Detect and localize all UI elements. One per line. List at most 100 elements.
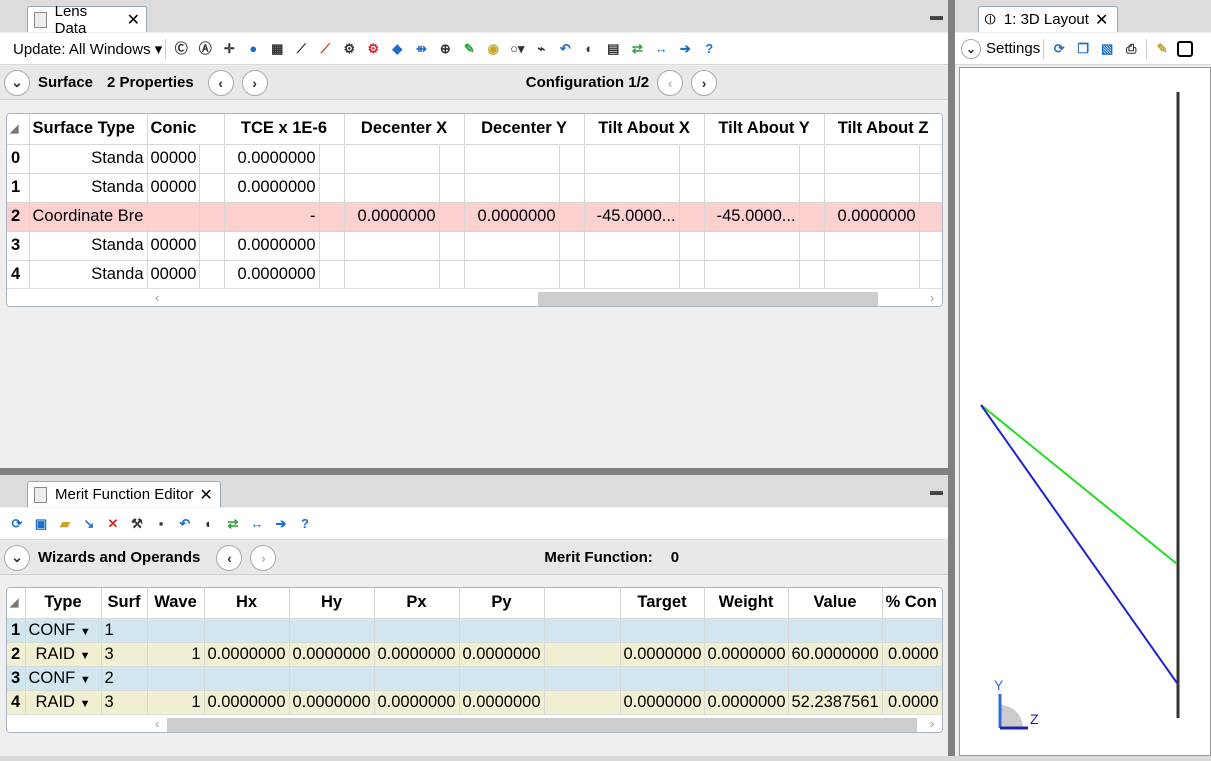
reverse-icon[interactable]: ⇻ bbox=[412, 40, 430, 58]
hx-cell[interactable]: 0.0000000 bbox=[204, 642, 290, 667]
col-conic[interactable]: Conic bbox=[147, 114, 225, 145]
decenter-y-cell[interactable] bbox=[464, 144, 560, 174]
hx-cell[interactable]: 0.0000000 bbox=[204, 690, 290, 715]
col-px[interactable]: Px bbox=[374, 588, 460, 619]
collapse-icon[interactable]: ↔ bbox=[248, 515, 266, 533]
table-row[interactable]: 0 Standa 00000 0.0000000 bbox=[7, 144, 942, 174]
close-icon[interactable]: ✕ bbox=[199, 485, 212, 505]
col-weight[interactable]: Weight bbox=[704, 588, 789, 619]
type-cell[interactable]: CONF ▼ bbox=[25, 666, 102, 691]
scroll-right-icon[interactable]: › bbox=[930, 290, 934, 305]
tilt-z-cell[interactable]: 0.0000000 bbox=[824, 202, 920, 232]
solve-cell[interactable] bbox=[199, 144, 225, 174]
tilt-y-cell[interactable] bbox=[704, 144, 800, 174]
scroll-left-icon[interactable]: ‹ bbox=[155, 290, 159, 305]
conic-cell[interactable]: 00000 bbox=[147, 231, 200, 261]
surface-type-cell[interactable]: Standa bbox=[29, 260, 148, 290]
blank-cell[interactable] bbox=[544, 666, 621, 691]
paint-icon[interactable]: ✎ bbox=[460, 40, 478, 58]
save-icon[interactable]: ▣ bbox=[32, 515, 50, 533]
hy-cell[interactable]: 0.0000000 bbox=[289, 642, 375, 667]
expand-chevron-icon[interactable]: ⌄ bbox=[4, 69, 30, 96]
table-row[interactable]: 3 Standa 00000 0.0000000 bbox=[7, 231, 942, 261]
element-icon[interactable]: ⚙ bbox=[340, 40, 358, 58]
surf-cell[interactable]: 2 bbox=[101, 666, 148, 691]
col-tilt-y[interactable]: Tilt About Y bbox=[704, 114, 825, 145]
decenter-x-cell[interactable] bbox=[344, 144, 440, 174]
remove-element-icon[interactable]: ⚙ bbox=[364, 40, 382, 58]
col-type[interactable]: Type bbox=[25, 588, 102, 619]
solve-cell[interactable] bbox=[439, 202, 465, 232]
solve-cell[interactable] bbox=[199, 231, 225, 261]
undo-icon[interactable]: ↶ bbox=[176, 515, 194, 533]
save-image-icon[interactable]: ▧ bbox=[1098, 40, 1116, 58]
col-tilt-z[interactable]: Tilt About Z bbox=[824, 114, 942, 145]
solve-cell[interactable] bbox=[559, 231, 585, 261]
delete-icon[interactable]: ✕ bbox=[104, 515, 122, 533]
col-hy[interactable]: Hy bbox=[289, 588, 375, 619]
col-tce[interactable]: TCE x 1E-6 bbox=[224, 114, 345, 145]
scroll-thumb[interactable] bbox=[538, 292, 878, 306]
panel-menu-icon[interactable]: ▬ bbox=[930, 483, 943, 498]
wave-cell[interactable]: 1 bbox=[147, 642, 205, 667]
open-icon[interactable]: ▰ bbox=[56, 515, 74, 533]
tce-cell[interactable]: 0.0000000 bbox=[224, 173, 320, 203]
col-surf[interactable]: Surf bbox=[101, 588, 148, 619]
panel-menu-icon[interactable]: ▬ bbox=[930, 8, 943, 23]
surf-cell[interactable]: 1 bbox=[101, 618, 148, 643]
next-operand-button[interactable]: › bbox=[250, 544, 277, 571]
solve-cell[interactable] bbox=[559, 202, 585, 232]
help-icon[interactable]: ? bbox=[296, 515, 314, 533]
tce-cell[interactable]: - bbox=[224, 202, 320, 232]
hy-cell[interactable]: 0.0000000 bbox=[289, 690, 375, 715]
solve-cell[interactable] bbox=[919, 260, 942, 290]
solve-cell[interactable] bbox=[439, 231, 465, 261]
notes-icon[interactable]: ▤ bbox=[604, 40, 622, 58]
solve-cell[interactable] bbox=[439, 173, 465, 203]
tab-3d-layout[interactable]: ⦶ 1: 3D Layout ✕ bbox=[978, 6, 1118, 32]
solve-cell[interactable] bbox=[799, 260, 825, 290]
decenter-y-cell[interactable] bbox=[464, 173, 560, 203]
insert-icon[interactable]: ↘ bbox=[80, 515, 98, 533]
type-cell[interactable]: RAID ▼ bbox=[25, 690, 102, 715]
decenter-x-cell[interactable] bbox=[344, 260, 440, 290]
brush-icon[interactable]: ⌁ bbox=[532, 40, 550, 58]
py-cell[interactable]: 0.0000000 bbox=[459, 690, 545, 715]
refresh-c-icon[interactable]: Ⓒ bbox=[172, 40, 190, 58]
swap-icon[interactable]: ⇄ bbox=[628, 40, 646, 58]
tab-lens-data[interactable]: Lens Data ✕ bbox=[27, 3, 147, 37]
arrow-right-icon[interactable]: ➔ bbox=[272, 515, 290, 533]
solve-cell[interactable] bbox=[319, 202, 345, 232]
conic-cell[interactable]: 00000 bbox=[147, 144, 200, 174]
tilt-z-cell[interactable] bbox=[824, 144, 920, 174]
solve-cell[interactable] bbox=[559, 144, 585, 174]
solve-cell[interactable] bbox=[799, 231, 825, 261]
solve-cell[interactable] bbox=[559, 173, 585, 203]
solve-cell[interactable] bbox=[199, 173, 225, 203]
autofocus-icon[interactable]: Ⓐ bbox=[196, 40, 214, 58]
prev-surface-button[interactable]: ‹ bbox=[207, 69, 234, 96]
update-dropdown[interactable]: Update: All Windows ▾ bbox=[13, 40, 162, 58]
operand-row[interactable]: 4 RAID ▼ 3 1 0.0000000 0.0000000 0.00000… bbox=[7, 690, 942, 715]
tilt-y-cell[interactable] bbox=[704, 260, 800, 290]
tilt-x-cell[interactable] bbox=[584, 231, 680, 261]
operand-row[interactable]: 3 CONF ▼ 2 bbox=[7, 666, 942, 691]
py-cell[interactable]: 0.0000000 bbox=[459, 642, 545, 667]
conic-cell[interactable]: 00000 bbox=[147, 260, 200, 290]
settings-chevron-icon[interactable]: ⌄ bbox=[961, 38, 981, 59]
solve-cell[interactable] bbox=[919, 231, 942, 261]
col-hx[interactable]: Hx bbox=[204, 588, 290, 619]
target-cell[interactable]: 0.0000000 bbox=[620, 690, 705, 715]
dropdown-icon[interactable]: ▼ bbox=[80, 674, 91, 686]
solve-cell[interactable] bbox=[559, 260, 585, 290]
add-fold-icon[interactable]: ⟋ bbox=[292, 40, 310, 58]
close-icon[interactable]: ✕ bbox=[1095, 10, 1108, 30]
chart-icon[interactable]: ▦ bbox=[268, 40, 286, 58]
close-icon[interactable]: ✕ bbox=[127, 10, 140, 30]
dropdown-icon[interactable]: ▼ bbox=[80, 650, 91, 662]
expand-chevron-icon[interactable]: ⌄ bbox=[4, 544, 30, 571]
decenter-y-cell[interactable] bbox=[464, 231, 560, 261]
decenter-y-cell[interactable] bbox=[464, 260, 560, 290]
conic-cell[interactable] bbox=[147, 202, 200, 232]
rectangle-icon[interactable] bbox=[1177, 40, 1194, 57]
